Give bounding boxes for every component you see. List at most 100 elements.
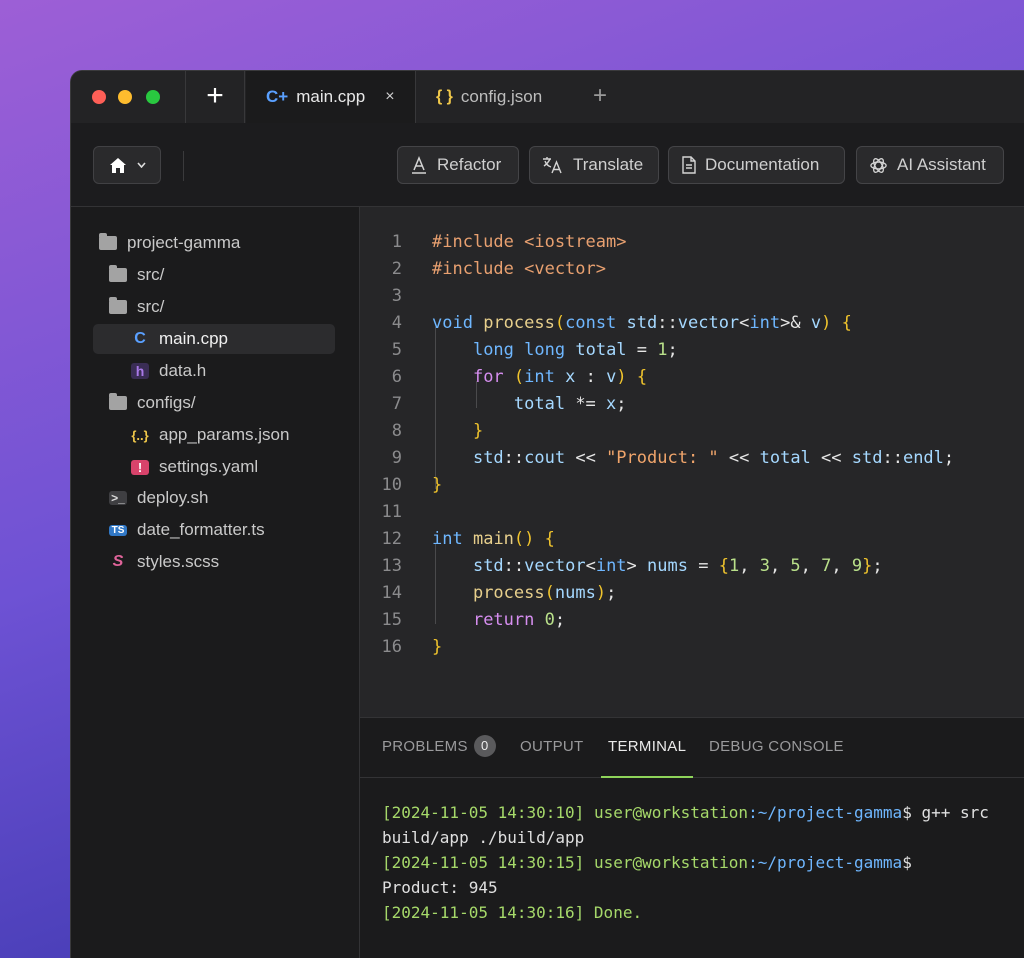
line-number: 8 <box>391 421 402 441</box>
title-bar: + C+ main.cpp × { } config.json + <box>71 71 1024 123</box>
code-text: } <box>472 421 484 441</box>
tree-folder-src[interactable]: src/ <box>109 292 164 322</box>
terminal-icon: >_ <box>109 491 127 505</box>
line-number: 14 <box>381 583 402 603</box>
terminal-timestamp: [2024-11-05 14:30:15] <box>382 853 585 872</box>
tree-file-data-h[interactable]: h data.h <box>131 356 206 386</box>
code-line: 13 std::vector<int> nums = {1, 3, 5, 7, … <box>360 553 1024 580</box>
ide-window: + C+ main.cpp × { } config.json + Refact… <box>70 70 1024 958</box>
tree-item-label: data.h <box>159 361 207 380</box>
tree-item-label: main.cpp <box>159 329 228 348</box>
line-number: 4 <box>391 313 402 333</box>
tree-folder-project-gamma[interactable]: project-gamma <box>99 228 240 258</box>
home-dropdown-button[interactable] <box>93 146 161 184</box>
code-text: } <box>432 637 443 657</box>
tab-main-cpp[interactable]: C+ main.cpp × <box>246 71 416 123</box>
header-file-icon: h <box>131 363 149 379</box>
code-line: 2 #include <vector> <box>360 256 1024 283</box>
line-number: 10 <box>381 475 402 495</box>
add-tab-button[interactable]: + <box>593 71 607 123</box>
line-number: 15 <box>381 610 402 630</box>
json-icon: {..} <box>131 427 149 443</box>
terminal-command: $ g++ src <box>902 803 989 822</box>
typescript-icon: TS <box>109 524 127 536</box>
tree-file-deploy-sh[interactable]: >_ deploy.sh <box>109 483 209 513</box>
tab-label: main.cpp <box>296 87 366 106</box>
tab-config-json[interactable]: { } config.json <box>416 71 562 123</box>
chevron-down-icon <box>136 162 146 168</box>
line-number: 16 <box>381 637 402 657</box>
terminal-line: Product: 945 <box>382 878 498 897</box>
line-number: 3 <box>391 286 402 306</box>
terminal-path: :~/project-gamma <box>748 853 903 872</box>
file-explorer: project-gamma src/ src/ C main.cpp h dat… <box>71 207 360 958</box>
code-text: return 0; <box>472 610 566 630</box>
code-text: std::vector<int> nums = {1, 3, 5, 7, 9}; <box>472 556 883 576</box>
code-text: #include <vector> <box>432 259 606 279</box>
code-line: 4 void process(const std::vector<int>& v)… <box>360 310 1024 337</box>
close-icon[interactable]: × <box>385 88 394 106</box>
problems-count-badge: 0 <box>473 735 496 758</box>
close-window-button[interactable] <box>92 90 106 104</box>
line-number: 12 <box>381 529 402 549</box>
code-line: 1 #include <iostream> <box>360 229 1024 256</box>
minimize-window-button[interactable] <box>118 90 132 104</box>
code-line: 12 int main() { <box>360 526 1024 553</box>
line-number: 6 <box>391 367 402 387</box>
code-text: process(nums); <box>472 583 617 603</box>
tree-item-label: date_formatter.ts <box>137 520 265 539</box>
terminal-prompt: $ <box>902 853 912 872</box>
folder-icon <box>109 393 127 410</box>
tree-file-main-cpp[interactable]: C main.cpp <box>93 324 335 354</box>
cpp-icon: C+ <box>266 87 289 106</box>
code-text: } <box>432 475 443 495</box>
code-editor[interactable]: 1 #include <iostream> 2 #include <vector> … <box>360 207 1024 717</box>
tab-terminal[interactable]: TERMINAL <box>601 718 694 778</box>
maximize-window-button[interactable] <box>146 90 160 104</box>
code-line: 10} <box>360 472 1024 499</box>
tree-folder-configs[interactable]: configs/ <box>109 388 196 418</box>
tab-debug-console[interactable]: DEBUG CONSOLE <box>709 718 844 778</box>
tree-item-label: settings.yaml <box>159 457 259 476</box>
code-text: total *= x; <box>513 394 627 414</box>
tree-file-styles-scss[interactable]: S styles.scss <box>109 547 220 577</box>
folder-icon <box>109 297 127 314</box>
code-line: 16} <box>360 634 1024 661</box>
documentation-button[interactable]: Documentation <box>668 146 845 184</box>
code-line: 11 <box>360 499 1024 526</box>
code-line: 5 long long total = 1; <box>360 337 1024 364</box>
sass-icon: S <box>112 553 124 570</box>
tree-folder-src[interactable]: src/ <box>109 260 164 290</box>
code-line: 15 return 0; <box>360 607 1024 634</box>
tree-file-date-formatter-ts[interactable]: TS date_formatter.ts <box>109 515 265 545</box>
folder-icon <box>99 233 117 250</box>
line-number: 11 <box>381 502 402 522</box>
tab-label: PROBLEMS <box>382 738 468 755</box>
bottom-panel: PROBLEMS 0 OUTPUT TERMINAL DEBUG CONSOLE … <box>360 717 1024 958</box>
tree-file-settings-yaml[interactable]: ! settings.yaml <box>131 452 258 482</box>
toolbar: Refactor Translate Documentation AI Assi… <box>71 123 1024 207</box>
translate-icon <box>543 157 562 174</box>
tree-item-label: app_params.json <box>159 425 290 444</box>
line-number: 9 <box>391 448 402 468</box>
line-number: 2 <box>391 259 402 279</box>
ai-assistant-button[interactable]: AI Assistant <box>856 146 1004 184</box>
terminal-timestamp: [2024-11-05 14:30:10] <box>382 803 585 822</box>
document-icon <box>682 156 696 174</box>
new-tab-button[interactable]: + <box>185 71 245 123</box>
tree-item-label: src/ <box>137 265 165 284</box>
terminal-line: [2024-11-05 14:30:15] user@workstation:~… <box>382 850 912 875</box>
terminal-path: :~/project-gamma <box>748 803 903 822</box>
translate-button[interactable]: Translate <box>529 146 659 184</box>
code-line: 9 std::cout << "Product: " << total << s… <box>360 445 1024 472</box>
tree-file-app-params-json[interactable]: {..} app_params.json <box>131 420 289 450</box>
terminal-line: [2024-11-05 14:30:10] user@workstation:~… <box>382 800 989 825</box>
openai-icon <box>870 157 887 173</box>
refactor-button[interactable]: Refactor <box>397 146 519 184</box>
tab-output[interactable]: OUTPUT <box>520 718 583 778</box>
tree-item-label: src/ <box>137 297 165 316</box>
tab-problems[interactable]: PROBLEMS 0 <box>382 718 496 778</box>
folder-icon <box>109 265 127 282</box>
toolbar-divider <box>183 151 184 181</box>
refactor-label: Refactor <box>437 155 502 174</box>
